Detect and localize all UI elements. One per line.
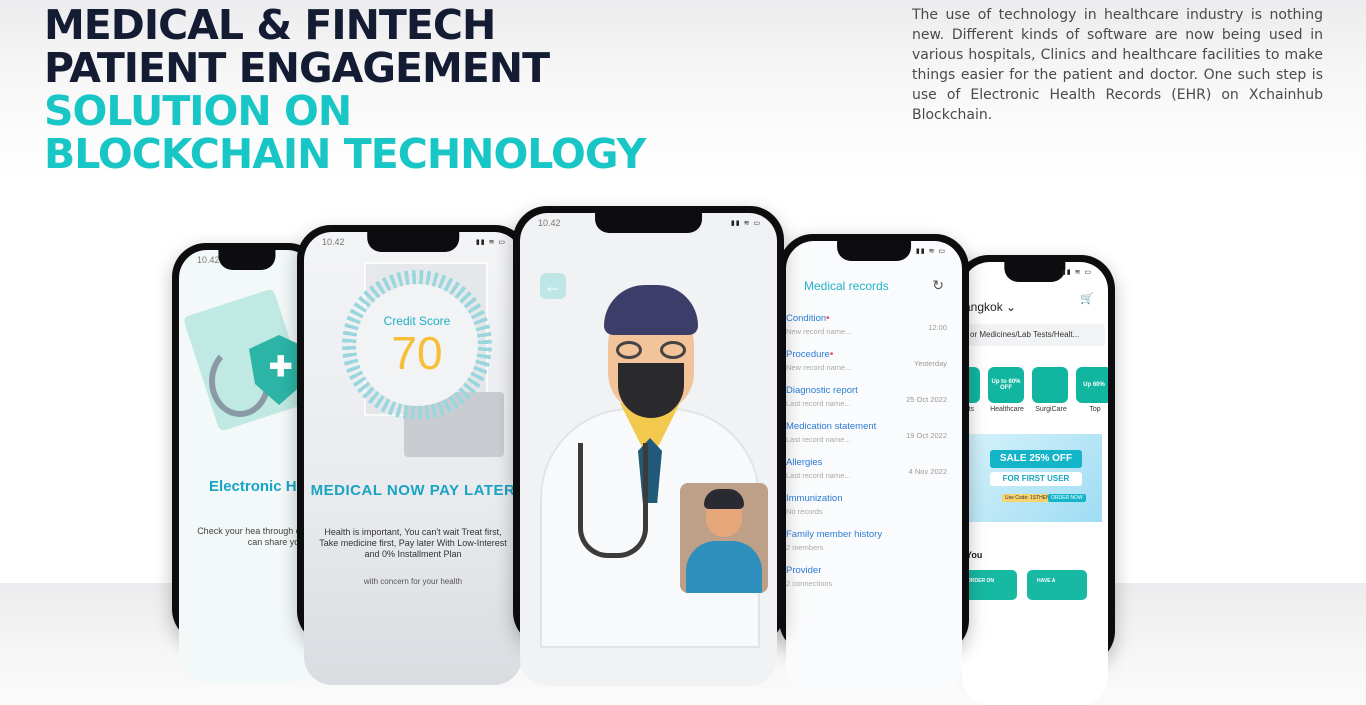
- category-tile: Up to 60% OFF: [988, 367, 1024, 403]
- record-row[interactable]: Condition• New record name... 12:00: [786, 313, 962, 349]
- phone-mockup-records: ▮▮ ≋ ▭ Medical records ↻ Condition• New r…: [779, 234, 969, 694]
- patient-hair: [704, 489, 744, 509]
- record-row[interactable]: Family member history 2 members: [786, 529, 962, 565]
- intro-paragraph: The use of technology in healthcare indu…: [912, 7, 1323, 123]
- status-time: 10.42: [197, 255, 220, 265]
- service-card[interactable]: HAVE A: [1027, 570, 1087, 600]
- required-dot-icon: •: [826, 313, 830, 324]
- phone-screen: 10.42 ▮▮ ≋ ▭ ←: [520, 213, 777, 686]
- category-name: Healthcare: [990, 406, 1024, 413]
- mnpl-title: MEDICAL NOW PAY LATER: [310, 482, 516, 499]
- record-sub: 2 members: [786, 543, 824, 552]
- location-label: angkok: [964, 300, 1003, 314]
- record-date: Yesterday: [913, 359, 947, 368]
- phone-mockup-doctor: 10.42 ▮▮ ≋ ▭ ←: [513, 206, 784, 686]
- category-tile: Up 60%: [1076, 367, 1108, 403]
- glasses-lens: [616, 341, 642, 359]
- phone-mockup-credit: 10.42 ▮▮ ≋ ▭ Credit Score 70 MEDICAL NOW…: [297, 225, 529, 685]
- gauge-center: Credit Score 70: [356, 284, 478, 406]
- record-row[interactable]: Diagnostic report Last record name... 25 O…: [786, 385, 962, 421]
- record-row[interactable]: Procedure• New record name... Yesterday: [786, 349, 962, 385]
- patient-body: [686, 541, 762, 593]
- category-name: Top: [1089, 406, 1101, 413]
- category-item[interactable]: Up 60% Top: [1076, 367, 1108, 413]
- record-label: Immunization: [786, 493, 843, 504]
- signal-wifi-battery-icon: ▮▮ ≋ ▭: [475, 239, 506, 246]
- glasses-lens: [660, 341, 686, 359]
- doctor-glasses: [610, 341, 692, 359]
- phone-notch: [837, 241, 911, 261]
- hero-title-line: SOLUTION ON: [44, 87, 352, 135]
- phone-screen: 10.42 ✚ Electronic Health Re Check your …: [179, 250, 315, 683]
- back-arrow-icon[interactable]: ←: [540, 273, 566, 299]
- record-row[interactable]: Provider 2 connections: [786, 565, 962, 601]
- record-date: 12:00: [928, 323, 947, 332]
- doctor-hair: [604, 285, 698, 335]
- category-item[interactable]: Up to 60% OFF Healthcare: [988, 367, 1026, 413]
- phone-notch: [367, 232, 459, 252]
- record-label: Provider: [786, 565, 822, 576]
- medical-cross-icon: ✚: [269, 351, 293, 382]
- record-sub: 2 connections: [786, 579, 833, 588]
- hero-title-line: PATIENT ENGAGEMENT: [44, 44, 550, 92]
- mnpl-footer: with concern for your health: [363, 577, 463, 586]
- location-selector[interactable]: angkok ⌄: [964, 300, 1016, 314]
- first-user-badge: FOR FIRST USER: [990, 472, 1082, 486]
- phone-notch: [218, 250, 276, 270]
- cart-icon[interactable]: 🛒: [1080, 292, 1094, 305]
- category-tile: [1032, 367, 1068, 403]
- category-item[interactable]: SurgiCare: [1032, 367, 1070, 413]
- service-card[interactable]: ORDER ON: [962, 570, 1017, 600]
- phone-screen: 10.42 ▮▮ ≋ ▭ Credit Score 70 MEDICAL NOW…: [304, 232, 522, 685]
- promo-banner[interactable]: SALE 25% OFF FOR FIRST USER Use Code: 1S…: [962, 434, 1102, 522]
- record-date: 25 Oct 2022: [906, 395, 947, 404]
- category-row: b TestsUp to 60% OFFHealthcareSurgiCareU…: [962, 367, 1108, 413]
- mnpl-description: Health is important, You can't wait Trea…: [319, 527, 507, 559]
- phone-screen: ▮▮ ≋ ▭ angkok ⌄ 🛒 or Medicines/Lab Tests…: [962, 262, 1108, 705]
- phone-notch: [594, 213, 703, 233]
- record-sub: No records: [786, 507, 823, 516]
- record-label: Family member history: [786, 529, 883, 540]
- bottom-cards: ORDER ON HAVE A: [962, 570, 1087, 600]
- phone-screen: ▮▮ ≋ ▭ Medical records ↻ Condition• New r…: [786, 241, 962, 694]
- status-time: 10.42: [538, 218, 561, 228]
- phone-mockup-store: ▮▮ ≋ ▭ angkok ⌄ 🛒 or Medicines/Lab Tests…: [955, 255, 1115, 705]
- record-date: 19 Oct 2022: [906, 431, 947, 440]
- signal-wifi-battery-icon: ▮▮ ≋ ▭: [730, 220, 761, 227]
- category-name: SurgiCare: [1035, 406, 1067, 413]
- patient-video-thumbnail[interactable]: [680, 483, 768, 593]
- required-dot-icon: •: [829, 349, 834, 360]
- gauge-value: 70: [391, 327, 443, 379]
- stethoscope-icon: [578, 443, 648, 558]
- record-row[interactable]: Allergies Last record name... 4 Nov 2022: [786, 457, 962, 493]
- records-title: Medical records: [804, 279, 889, 293]
- status-time: 10.42: [322, 237, 345, 247]
- hero-title-line: MEDICAL & FINTECH: [44, 1, 496, 49]
- sale-badge: SALE 25% OFF: [990, 450, 1082, 468]
- record-row[interactable]: Immunization No records: [786, 493, 962, 529]
- search-input[interactable]: or Medicines/Lab Tests/Healt...: [964, 324, 1105, 346]
- credit-score-gauge: Credit Score 70: [342, 270, 492, 420]
- signal-wifi-battery-icon: ▮▮ ≋ ▭: [915, 248, 946, 255]
- record-date: 4 Nov 2022: [908, 467, 947, 476]
- chevron-down-icon: ⌄: [1006, 300, 1017, 314]
- order-now-button[interactable]: ORDER NOW: [1048, 494, 1086, 502]
- phone-notch: [1004, 262, 1066, 282]
- hero-title: MEDICAL & FINTECH PATIENT ENGAGEMENT SOL…: [44, 1, 646, 178]
- hero-title-line: BLOCKCHAIN TECHNOLOGY: [44, 130, 646, 178]
- record-row[interactable]: Medication statement Last record name... 1…: [786, 421, 962, 457]
- promo-code: Use Code: 1STHEN: [1002, 494, 1053, 502]
- refresh-icon[interactable]: ↻: [932, 277, 944, 294]
- records-list: Condition• New record name... 12:00 Procedu…: [786, 313, 962, 601]
- signal-wifi-battery-icon: ▮▮ ≋ ▭: [1061, 269, 1092, 276]
